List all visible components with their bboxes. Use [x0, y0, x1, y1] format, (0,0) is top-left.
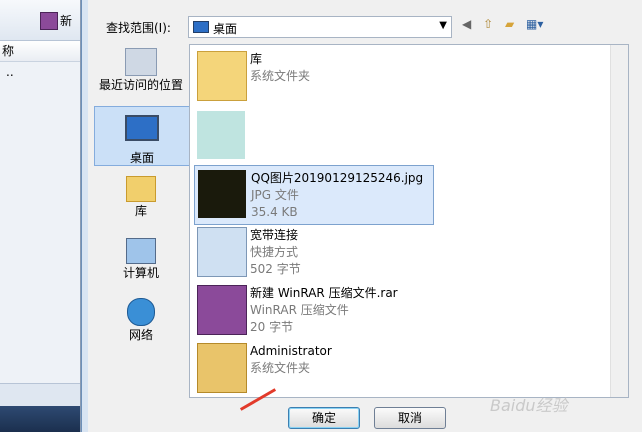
file-item-jpg[interactable]: QQ图片20190129125246.jpg JPG 文件 35.4 KB	[194, 165, 434, 225]
file-size: 20 字节	[250, 320, 294, 334]
file-type: WinRAR 压缩文件	[250, 303, 349, 317]
status-bar	[0, 383, 80, 406]
look-in-label: 查找范围(I):	[106, 21, 171, 35]
file-size: 502 字节	[250, 262, 301, 276]
watermark: Baidu经验	[490, 396, 568, 415]
file-name: 新建 WinRAR 压缩文件.rar	[250, 286, 398, 300]
file-size: 35.4 KB	[251, 205, 298, 219]
place-recent[interactable]: 最近访问的位置	[94, 44, 188, 100]
file-type: 系统文件夹	[250, 69, 311, 83]
file-name: Administrator	[250, 344, 332, 358]
blurred-icon	[197, 111, 245, 159]
file-list[interactable]: 库系统文件夹 QQ图片20190129125246.jpg JPG 文件 35.4 …	[189, 44, 629, 398]
desktop-icon	[125, 115, 159, 141]
file-item-rar[interactable]: 新建 WinRAR 压缩文件.rar WinRAR 压缩文件 20 字节	[194, 281, 432, 339]
cancel-button[interactable]: 取消	[374, 407, 446, 429]
place-label: 桌面	[129, 151, 154, 165]
new-folder-icon[interactable]: ▰	[505, 17, 514, 31]
file-item-blurred[interactable]	[194, 107, 432, 165]
file-type: 快捷方式	[250, 245, 299, 259]
place-desktop[interactable]: 桌面	[94, 106, 190, 166]
place-computer[interactable]: 计算机	[94, 234, 188, 286]
file-name: QQ图片20190129125246.jpg	[251, 171, 424, 185]
recent-places-icon	[125, 48, 157, 76]
up-folder-icon[interactable]: ⇧	[483, 17, 493, 31]
file-name: 宽带连接	[250, 228, 299, 242]
file-name: 库	[250, 52, 263, 66]
place-label: 最近访问的位置	[98, 78, 183, 92]
file-type: 系统文件夹	[250, 361, 311, 375]
folder-icon	[197, 51, 247, 101]
look-in-value: 桌面	[213, 22, 238, 36]
winrar-icon	[40, 12, 58, 30]
file-item-admin[interactable]: Administrator 系统文件夹	[194, 339, 432, 397]
place-label: 网络	[128, 328, 153, 342]
vertical-scrollbar[interactable]	[610, 45, 628, 397]
place-library[interactable]: 库	[94, 172, 188, 224]
places-bar: 最近访问的位置 桌面 库 计算机 网络	[94, 44, 190, 394]
back-icon[interactable]: ◀	[462, 17, 471, 31]
image-thumbnail-icon	[198, 170, 246, 218]
place-label: 库	[134, 204, 147, 218]
chevron-down-icon[interactable]: ▼	[439, 20, 447, 31]
place-network[interactable]: 网络	[94, 294, 188, 346]
ok-button[interactable]: 确定	[288, 407, 360, 429]
file-item-library[interactable]: 库系统文件夹	[194, 47, 432, 105]
place-label: 计算机	[122, 266, 159, 280]
dialog-toolbar: ◀ ⇧ ▰ ▦▾	[462, 17, 551, 31]
library-icon	[126, 176, 156, 202]
taskbar	[0, 406, 80, 432]
look-in-dropdown[interactable]: 桌面 ▼	[188, 16, 452, 38]
computer-icon	[126, 238, 156, 264]
background-window: 新 称 ..	[0, 0, 81, 432]
view-menu-icon[interactable]: ▦▾	[526, 17, 543, 31]
file-type: JPG 文件	[251, 188, 299, 202]
file-item-shortcut[interactable]: 宽带连接快捷方式 502 字节	[194, 223, 432, 281]
desktop-icon	[193, 21, 209, 33]
network-connection-icon	[197, 227, 247, 277]
column-header[interactable]: 称	[0, 41, 80, 62]
open-file-dialog: 查找范围(I): 桌面 ▼ ◀ ⇧ ▰ ▦▾ 最近访问的位置 桌面 库 计算机 …	[82, 0, 642, 432]
parent-folder-item[interactable]: ..	[0, 62, 80, 82]
winrar-icon	[197, 285, 247, 335]
user-folder-icon	[197, 343, 247, 393]
background-toolbar: 新	[0, 0, 80, 41]
network-icon	[127, 298, 155, 326]
